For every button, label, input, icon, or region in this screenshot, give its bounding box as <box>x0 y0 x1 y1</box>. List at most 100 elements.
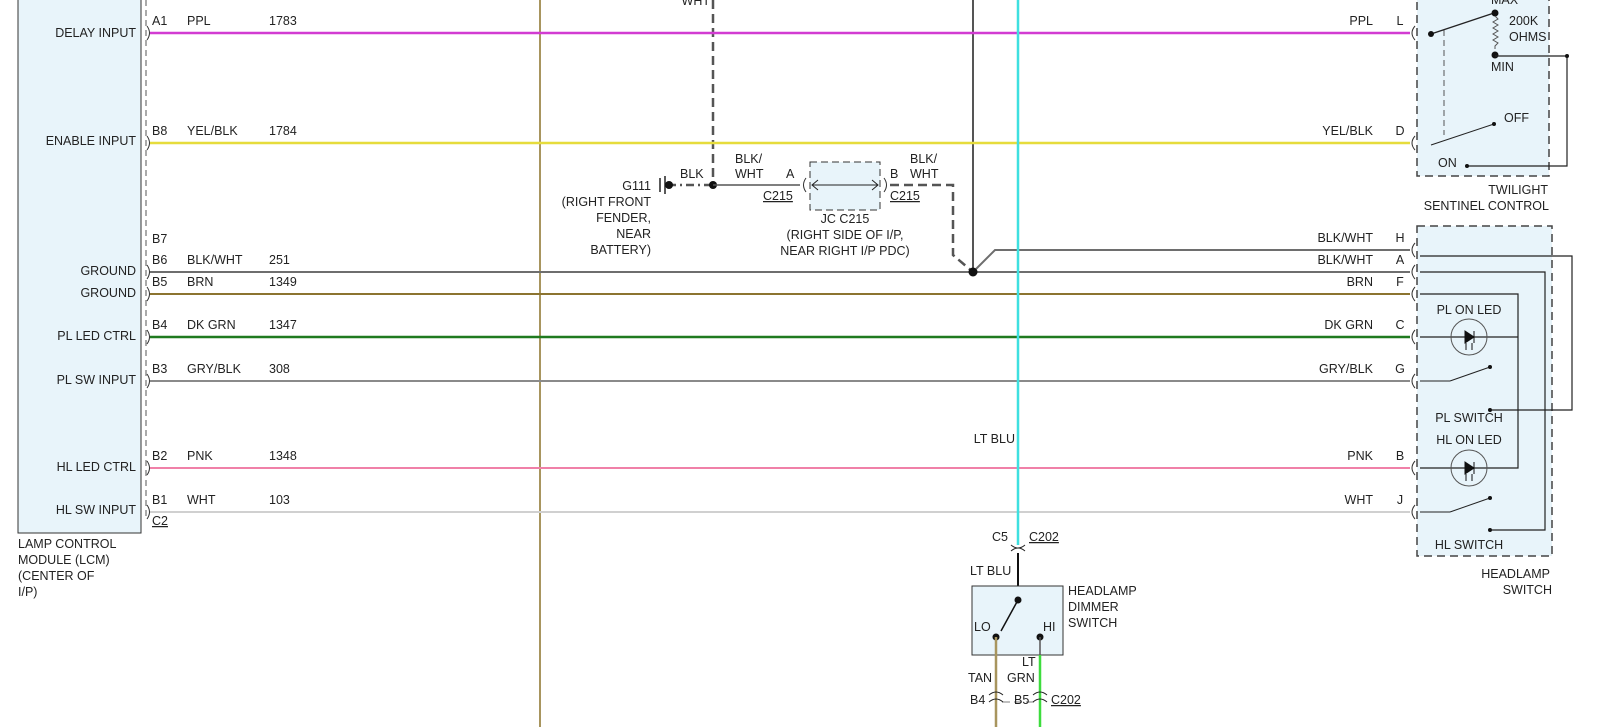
pin-b7: B7 <box>152 232 167 246</box>
wire-color-label: BRN <box>187 275 213 289</box>
wire-color-label: PPL <box>187 14 211 28</box>
wire-color-label: YEL/BLK <box>187 124 238 138</box>
c215-location: NEAR RIGHT I/P PDC) <box>780 244 909 258</box>
lt-grn-label: LT <box>1022 655 1036 669</box>
blk-wht-label: WHT <box>910 167 939 181</box>
jc-c215-label: JC C215 <box>821 212 870 226</box>
wire-color-label-right: WHT <box>1345 493 1374 507</box>
hl-switch-label: HL SWITCH <box>1435 538 1503 552</box>
lcm-function-label: HL LED CTRL <box>57 460 136 474</box>
wire-color-label-right: PNK <box>1347 449 1373 463</box>
on-label: ON <box>1438 156 1457 170</box>
wire-color-label-right: YEL/BLK <box>1322 124 1373 138</box>
lcm-connector-c2: C2 <box>152 514 168 528</box>
headlamp-switch-title: SWITCH <box>1503 583 1552 597</box>
dimmer-input-color: LT BLU <box>970 564 1011 578</box>
lcm-function-label: PL SW INPUT <box>57 373 137 387</box>
connector-terminal-left <box>146 504 150 520</box>
min-label: MIN <box>1491 60 1514 74</box>
blk-wht-label: WHT <box>735 167 764 181</box>
headlamp-switch-title: HEADLAMP <box>1481 567 1550 581</box>
lcm-pin-label: A1 <box>152 14 167 28</box>
connector-terminal-left <box>146 25 150 41</box>
connector-terminal-right <box>1411 373 1416 389</box>
lcm-pin-label: B5 <box>152 275 167 289</box>
max-label: MAX <box>1491 0 1519 7</box>
connector-terminal-right <box>1411 286 1416 302</box>
hl-on-led-label: HL ON LED <box>1436 433 1502 447</box>
wiper-dot <box>1428 31 1434 37</box>
connector-terminal-left <box>146 135 150 151</box>
lcm-title: (CENTER OF <box>18 569 95 583</box>
lcm-function-label: HL SW INPUT <box>56 503 136 517</box>
wire-color-label-right: BLK/WHT <box>1317 253 1373 267</box>
on-contact <box>1465 164 1469 168</box>
g111-location: NEAR <box>616 227 651 241</box>
off-label: OFF <box>1504 111 1529 125</box>
connector-terminal-left <box>146 286 150 302</box>
switch-pin-label: D <box>1395 124 1404 138</box>
switch-pin-label: J <box>1397 493 1403 507</box>
circuit-number: 1347 <box>269 318 297 332</box>
max-dot <box>1491 9 1499 17</box>
switch-pin-label: F <box>1396 275 1404 289</box>
circuit-number: 103 <box>269 493 290 507</box>
jc-c215-box <box>809 161 881 211</box>
c215-connector-left: C215 <box>763 189 793 203</box>
connector-terminal-right <box>1411 460 1416 476</box>
dimmer-title: HEADLAMP <box>1068 584 1137 598</box>
lcm-function-label: PL LED CTRL <box>57 329 136 343</box>
switch-pin-label: H <box>1395 231 1404 245</box>
g111-location: FENDER, <box>596 211 651 225</box>
off-contact <box>1492 122 1496 126</box>
circuit-number: 1784 <box>269 124 297 138</box>
c215-pin-a: A <box>786 167 795 181</box>
headlamp-switch-box <box>1416 225 1553 557</box>
lcm-title: I/P) <box>18 585 37 599</box>
twilight-title: TWILIGHT <box>1488 183 1548 197</box>
lcm-function-label: DELAY INPUT <box>55 26 136 40</box>
wire-color-label-right: BLK/WHT <box>1317 231 1373 245</box>
ground-dot <box>665 181 673 189</box>
b5-pin: B5 <box>1014 693 1029 707</box>
connector-terminal-right <box>1411 135 1416 151</box>
connector-terminal-left <box>146 373 150 389</box>
g111-location: (RIGHT FRONT <box>562 195 652 209</box>
wire-color-label: PNK <box>187 449 213 463</box>
wire-color-label: DK GRN <box>187 318 236 332</box>
lcm-function-label: GROUND <box>80 286 136 300</box>
connector-terminal-right <box>1411 329 1416 345</box>
blk-wht-label: BLK/ <box>735 152 763 166</box>
c215-location: (RIGHT SIDE OF I/P, <box>787 228 904 242</box>
lcm-title: MODULE (LCM) <box>18 553 110 567</box>
circuit-number: 1348 <box>269 449 297 463</box>
g111-label: G111 <box>622 179 651 193</box>
wire-color-label-right: PPL <box>1349 14 1373 28</box>
circuit-number: 308 <box>269 362 290 376</box>
contact-dot <box>1488 496 1492 500</box>
lcm-title: LAMP CONTROL <box>18 537 116 551</box>
blk-wire-label: BLK <box>680 167 704 181</box>
resistor-unit: OHMS <box>1509 30 1547 44</box>
pl-on-led-label: PL ON LED <box>1437 303 1502 317</box>
connector-terminal-right <box>1411 242 1416 258</box>
lcm-pin-label: B3 <box>152 362 167 376</box>
connector-terminal-left <box>146 329 150 345</box>
lcm-pin-label: B2 <box>152 449 167 463</box>
circuit-number: 1783 <box>269 14 297 28</box>
twilight-title: SENTINEL CONTROL <box>1424 199 1549 213</box>
min-dot <box>1491 51 1499 59</box>
lcm-function-label: GROUND <box>80 264 136 278</box>
switch-pin-label: A <box>1396 253 1405 267</box>
switch-pin-label: C <box>1395 318 1404 332</box>
g111-location: BATTERY) <box>590 243 651 257</box>
resistor-value: 200K <box>1509 14 1539 28</box>
pl-switch-label: PL SWITCH <box>1435 411 1503 425</box>
lcm-function-label: ENABLE INPUT <box>46 134 137 148</box>
connector-terminal-right <box>1411 25 1416 41</box>
lcm-pin-label: B6 <box>152 253 167 267</box>
c202-connector <box>1010 544 1026 552</box>
contact-dot <box>1488 365 1492 369</box>
wire-color-label-right: DK GRN <box>1324 318 1373 332</box>
blk-wht-label: BLK/ <box>910 152 938 166</box>
